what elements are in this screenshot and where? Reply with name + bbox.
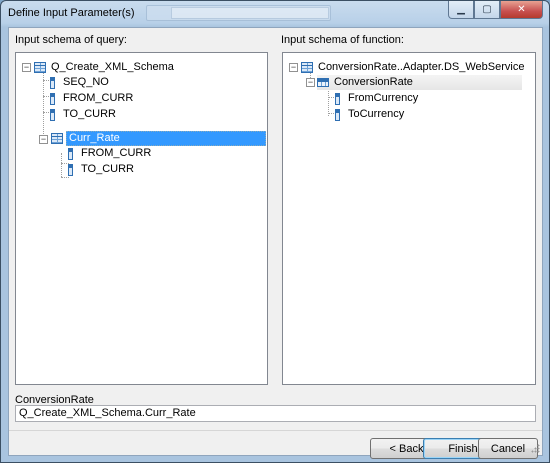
resize-grip-icon[interactable] — [531, 444, 541, 454]
collapse-icon[interactable]: − — [22, 63, 31, 72]
caption-buttons: ▁ ▢ ✕ — [448, 1, 543, 19]
mapping-field[interactable]: Q_Create_XML_Schema.Curr_Rate — [15, 405, 536, 422]
collapse-icon[interactable]: − — [306, 78, 315, 87]
column-icon — [50, 92, 55, 105]
tree-node-label: ConversionRate..Adapter.DS_WebService — [318, 61, 525, 73]
tree-line — [61, 177, 69, 178]
tree-node-label: SEQ_NO — [63, 76, 109, 88]
column-icon — [50, 108, 55, 121]
tree-node-nested[interactable]: ConversionRate — [317, 75, 522, 90]
close-icon: ✕ — [517, 4, 526, 15]
tree-node-label: TO_CURR — [81, 163, 134, 175]
tree-node-column[interactable]: SEQ_NO — [50, 75, 111, 90]
column-icon — [68, 147, 73, 160]
column-icon — [335, 92, 340, 105]
tree-node-root[interactable]: ConversionRate..Adapter.DS_WebService — [301, 60, 526, 75]
tree-line — [328, 89, 329, 116]
collapse-icon[interactable]: − — [289, 63, 298, 72]
tree-node-column[interactable]: FROM_CURR — [68, 146, 153, 161]
title-bar[interactable]: Define Input Parameter(s) ▁ ▢ ✕ — [1, 1, 549, 27]
table-icon — [301, 62, 313, 73]
tree-node-label: ConversionRate — [334, 76, 413, 88]
column-icon — [335, 108, 340, 121]
nested-table-icon — [317, 78, 329, 87]
column-icon — [68, 163, 73, 176]
dialog-window: Define Input Parameter(s) ▁ ▢ ✕ Input sc… — [0, 0, 550, 463]
tree-line — [61, 153, 62, 177]
background-window-ghost — [146, 5, 331, 21]
tree-node-label: TO_CURR — [63, 108, 116, 120]
maximize-icon: ▢ — [482, 4, 492, 15]
table-icon — [51, 133, 63, 144]
tree-node-label: FROM_CURR — [63, 92, 134, 104]
ghost-dropdown — [171, 7, 329, 19]
tree-node-column[interactable]: TO_CURR — [68, 162, 136, 177]
tree-node-label: ToCurrency — [348, 108, 405, 120]
button-separator — [9, 430, 542, 431]
tree-node-column[interactable]: FromCurrency — [335, 91, 420, 106]
tree-node-column[interactable]: TO_CURR — [50, 107, 118, 122]
tree-node-label: FromCurrency — [348, 92, 419, 104]
tree-line — [43, 71, 44, 138]
tree-node-label: Curr_Rate — [66, 131, 266, 146]
query-schema-tree[interactable]: − Q_Create_XML_Schema SEQ_NO FROM_CURR T… — [15, 52, 268, 385]
close-button[interactable]: ✕ — [500, 1, 543, 19]
maximize-button[interactable]: ▢ — [474, 1, 500, 19]
tree-node-selected[interactable]: Curr_Rate — [51, 131, 266, 146]
function-schema-label: Input schema of function: — [281, 34, 404, 46]
dialog-client-area: Input schema of query: − Q_Create_XML_Sc… — [8, 27, 543, 459]
cancel-button[interactable]: Cancel — [478, 438, 538, 459]
tree-node-root[interactable]: Q_Create_XML_Schema — [34, 60, 176, 75]
column-icon — [50, 76, 55, 89]
tree-node-column[interactable]: FROM_CURR — [50, 91, 135, 106]
minimize-button[interactable]: ▁ — [448, 1, 474, 19]
window-title: Define Input Parameter(s) — [8, 7, 135, 19]
collapse-icon[interactable]: − — [39, 135, 48, 144]
tree-node-label: Q_Create_XML_Schema — [51, 61, 174, 73]
tree-node-label: FROM_CURR — [81, 147, 152, 159]
tree-node-column[interactable]: ToCurrency — [335, 107, 406, 122]
table-icon — [34, 62, 46, 73]
function-schema-tree[interactable]: − ConversionRate..Adapter.DS_WebService … — [282, 52, 536, 385]
query-schema-label: Input schema of query: — [15, 34, 127, 46]
minimize-icon: ▁ — [457, 4, 465, 15]
